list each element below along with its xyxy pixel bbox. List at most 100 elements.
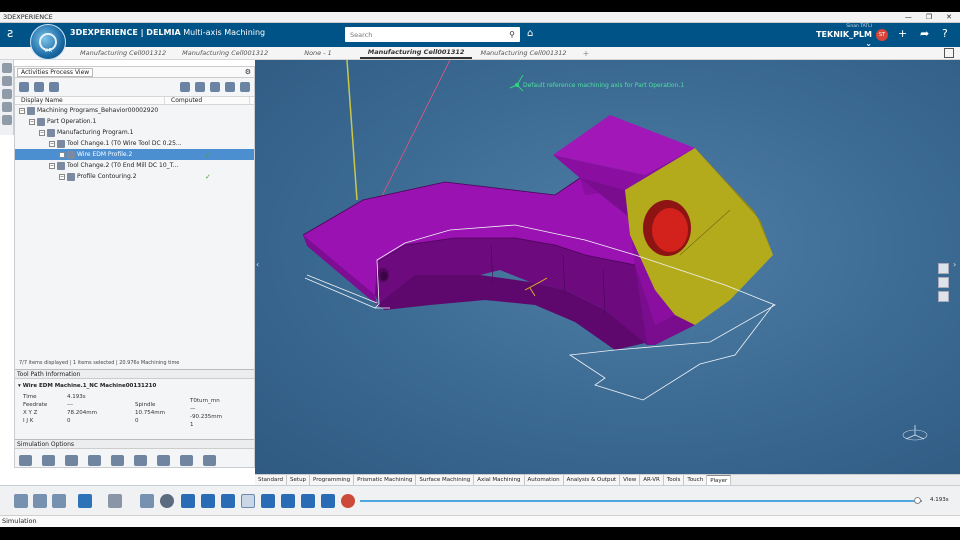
expand-toggle-icon[interactable]: − xyxy=(19,107,25,114)
3d-viewport[interactable]: Default reference machining axis for Par… xyxy=(255,60,960,474)
pause-icon[interactable] xyxy=(241,494,255,508)
tool-icon-5[interactable] xyxy=(2,115,12,125)
expand-icon[interactable] xyxy=(34,82,44,92)
sim-tool-icon-6[interactable] xyxy=(134,455,147,466)
add-icon[interactable]: + xyxy=(898,27,907,40)
workbench-tab[interactable]: View xyxy=(620,475,641,485)
new-tab-button[interactable]: + xyxy=(575,49,598,58)
play-backward-icon[interactable] xyxy=(221,494,235,508)
view-button-2[interactable] xyxy=(938,277,949,288)
tree-row[interactable]: − Tool Change.1 (T0 Wire Tool DC 0.25... xyxy=(15,138,254,149)
user-menu[interactable]: Sinan TATLI TEKNIK_PLM ⌄ xyxy=(810,24,872,48)
stop-icon[interactable] xyxy=(261,494,275,508)
sim-tool-icon-8[interactable] xyxy=(180,455,193,466)
share-icon[interactable]: ➦ xyxy=(920,27,929,40)
sim-tool-icon-1[interactable] xyxy=(19,455,32,466)
settings-icon[interactable] xyxy=(160,494,174,508)
tool-icon-4[interactable] xyxy=(2,102,12,112)
help-icon[interactable]: ? xyxy=(942,27,948,40)
funnel-icon[interactable] xyxy=(195,82,205,92)
chevron-right-icon[interactable]: › xyxy=(953,260,956,269)
chevron-left-icon[interactable]: ‹ xyxy=(256,260,259,269)
search-box[interactable]: ⚲ xyxy=(345,27,520,42)
search-input[interactable] xyxy=(350,30,500,39)
part-model[interactable] xyxy=(255,60,960,474)
ds-logo-icon[interactable]: ƨ xyxy=(7,26,13,40)
tree-row[interactable]: − Machining Programs_Behavior00002920 xyxy=(15,105,254,116)
column-display-name[interactable]: Display Name xyxy=(15,97,165,104)
workbench-tab[interactable]: Axial Machining xyxy=(474,475,525,485)
tool-icon-1[interactable] xyxy=(2,63,12,73)
next-step-icon[interactable] xyxy=(321,494,335,508)
play-forward-icon[interactable] xyxy=(281,494,295,508)
undo-icon[interactable] xyxy=(78,494,92,508)
view-button-3[interactable] xyxy=(938,291,949,302)
go-to-start-icon[interactable] xyxy=(181,494,195,508)
tool-icon-2[interactable] xyxy=(2,76,12,86)
sim-tool-icon-5[interactable] xyxy=(111,455,124,466)
workbench-tab[interactable]: Automation xyxy=(524,475,564,485)
tree-row[interactable]: − Wire EDM Profile.2 ✓ xyxy=(15,149,254,160)
settings-tree-icon[interactable] xyxy=(225,82,235,92)
tree-row[interactable]: − Part Operation.1 xyxy=(15,116,254,127)
tab-doc-1[interactable]: Manufacturing Cell001312 xyxy=(72,49,174,57)
expand-toggle-icon[interactable]: − xyxy=(29,118,35,125)
tool-selector-icon[interactable] xyxy=(108,494,122,508)
timeline-slider[interactable] xyxy=(360,497,922,504)
tool-icon-3[interactable] xyxy=(2,89,12,99)
workbench-tab[interactable]: Setup xyxy=(287,475,311,485)
expand-toggle-icon[interactable]: − xyxy=(49,140,55,147)
export-icon[interactable] xyxy=(140,494,154,508)
expand-toggle-icon[interactable]: − xyxy=(39,129,45,136)
tab-doc-2[interactable]: Manufacturing Cell001312 xyxy=(174,49,276,57)
workbench-tab[interactable]: Prismatic Machining xyxy=(354,475,417,485)
search-tree-icon[interactable] xyxy=(180,82,190,92)
minimize-button[interactable]: — xyxy=(905,13,912,21)
workbench-tab[interactable]: Analysis & Output xyxy=(563,475,621,485)
tree-row[interactable]: − Profile Contouring.2 ✓ xyxy=(15,171,254,182)
panel-settings-icon[interactable]: ⚙ xyxy=(245,68,251,76)
avatar[interactable]: ST xyxy=(876,29,888,41)
expand-toggle-icon[interactable]: − xyxy=(59,151,65,158)
workbench-tab[interactable]: AR-VR xyxy=(640,475,664,485)
tab-doc-5[interactable]: Manufacturing Cell001312 xyxy=(472,49,574,57)
sim-tool-icon-7[interactable] xyxy=(157,455,170,466)
search-icon[interactable]: ⚲ xyxy=(509,30,515,39)
filter-icon[interactable] xyxy=(49,82,59,92)
tag-icon[interactable]: ⌂ xyxy=(527,28,533,39)
view-button-1[interactable] xyxy=(938,263,949,274)
step-back-icon[interactable] xyxy=(201,494,215,508)
workbench-tab[interactable]: Programming xyxy=(310,475,355,485)
tree-icon[interactable] xyxy=(19,82,29,92)
maximize-button[interactable]: ❐ xyxy=(926,13,932,21)
workbench-tab[interactable]: Standard xyxy=(255,475,288,485)
column-computed[interactable]: Computed xyxy=(165,97,250,104)
sim-tool-icon-9[interactable] xyxy=(203,455,216,466)
expand-toggle-icon[interactable]: − xyxy=(59,173,65,180)
chevron-down-icon[interactable]: ▾ xyxy=(18,383,21,389)
layout-icon[interactable] xyxy=(210,82,220,92)
cut-icon[interactable] xyxy=(14,494,28,508)
table-icon[interactable] xyxy=(240,82,250,92)
timeline-handle[interactable] xyxy=(914,497,922,504)
fit-all-icon[interactable] xyxy=(944,48,954,58)
tree-row-label: Tool Change.2 (T0 End Mill DC 10_T... xyxy=(67,162,179,169)
speed-gauge-icon[interactable] xyxy=(341,494,355,508)
workbench-tab[interactable]: Touch xyxy=(684,475,708,485)
close-button[interactable]: ✕ xyxy=(946,13,952,21)
workbench-tab[interactable]: Player xyxy=(707,475,732,485)
workbench-tab[interactable]: Surface Machining xyxy=(416,475,475,485)
sim-tool-icon-2[interactable] xyxy=(42,455,55,466)
tab-doc-4[interactable]: Manufacturing Cell001312 xyxy=(359,48,473,59)
sim-tool-icon-4[interactable] xyxy=(88,455,101,466)
compass-widget[interactable]: V.R xyxy=(30,24,66,60)
go-to-end-icon[interactable] xyxy=(301,494,315,508)
copy-icon[interactable] xyxy=(33,494,47,508)
workbench-tab[interactable]: Tools xyxy=(663,475,685,485)
sim-tool-icon-3[interactable] xyxy=(65,455,78,466)
expand-toggle-icon[interactable]: − xyxy=(49,162,55,169)
tree-row[interactable]: − Tool Change.2 (T0 End Mill DC 10_T... xyxy=(15,160,254,171)
paste-icon[interactable] xyxy=(52,494,66,508)
tab-doc-3[interactable]: None - 1 xyxy=(276,49,360,57)
tree-row[interactable]: − Manufacturing Program.1 xyxy=(15,127,254,138)
